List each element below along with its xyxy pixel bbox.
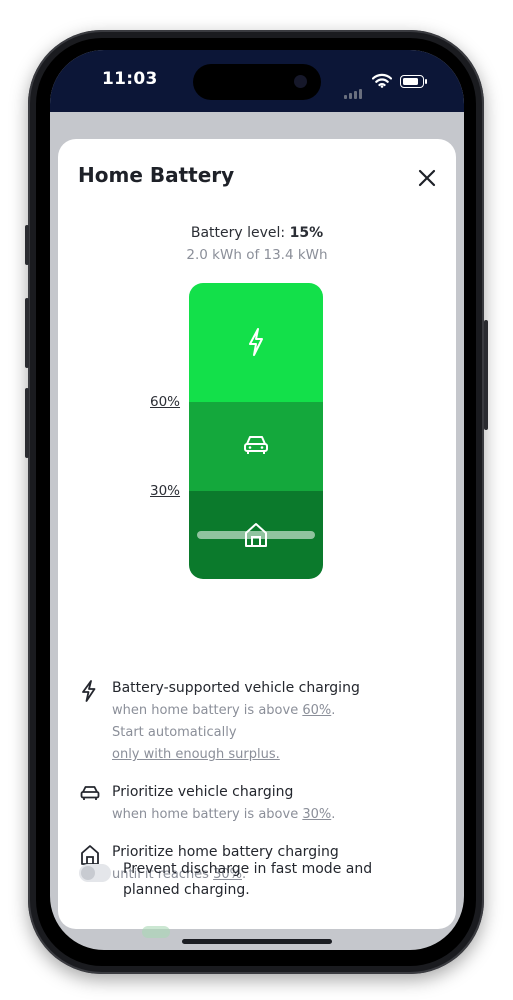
legend-desc-suffix: . [331,703,336,718]
home-indicator[interactable] [182,939,332,944]
battery-gauge [189,283,323,579]
threshold-30-label: 30% [150,483,181,499]
battery-level-text: Battery level: 15% [58,225,456,241]
status-battery-icon [400,75,424,88]
phone-screen: 11:03 Home Battery Battery level: 15% 2.… [50,50,464,950]
home-icon [81,845,99,865]
legend-desc: when home battery is above 30%. [112,804,335,825]
status-time: 11:03 [102,69,158,89]
power-button [484,320,488,430]
car-icon [244,436,268,454]
wifi-icon [372,73,392,88]
legend-desc-line3[interactable]: only with enough surplus. [112,744,280,765]
legend-title: Battery-supported vehicle charging [112,680,360,696]
status-battery-cap [425,79,427,84]
threshold-link-60[interactable]: 60% [302,703,331,718]
status-bar: 11:03 [50,50,464,112]
prevent-discharge-toggle[interactable] [79,864,111,882]
volume-down-button [25,388,29,458]
legend-desc-text: when home battery is above [112,703,303,718]
threshold-60-label: 60% [150,394,181,410]
gauge-segment-vehicle-support [189,283,323,402]
close-icon [418,169,436,187]
surplus-link[interactable]: only with enough surplus. [112,747,280,762]
bolt-icon [82,680,96,702]
background-blur [142,926,170,938]
close-button[interactable] [412,163,442,193]
legend-desc-suffix: . [331,807,336,822]
gauge-segment-home-priority [189,491,323,579]
battery-level-value: 15% [289,225,324,241]
gauge-segment-vehicle-priority [189,402,323,491]
battery-level-label: Battery level: [190,225,286,241]
legend-desc-line2: Start automatically [112,725,237,740]
legend-title: Prioritize home battery charging [112,844,339,860]
legend-title: Prioritize vehicle charging [112,784,294,800]
battery-energy-text: 2.0 kWh of 13.4 kWh [186,247,328,263]
car-icon [80,786,100,800]
action-button [25,225,29,265]
home-battery-sheet: Home Battery Battery level: 15% 2.0 kWh … [58,139,456,929]
sheet-title: Home Battery [78,163,235,187]
bolt-icon [249,328,263,356]
threshold-link-30[interactable]: 30% [302,807,331,822]
cellular-signal-icon [344,80,364,99]
home-icon [245,523,267,547]
backdrop [50,112,464,142]
prevent-discharge-label: Prevent discharge in fast mode and plann… [123,861,373,898]
legend-desc: when home battery is above 60%. [112,700,335,721]
legend-desc-text: when home battery is above [112,807,303,822]
camera-dot [294,75,307,88]
volume-up-button [25,298,29,368]
